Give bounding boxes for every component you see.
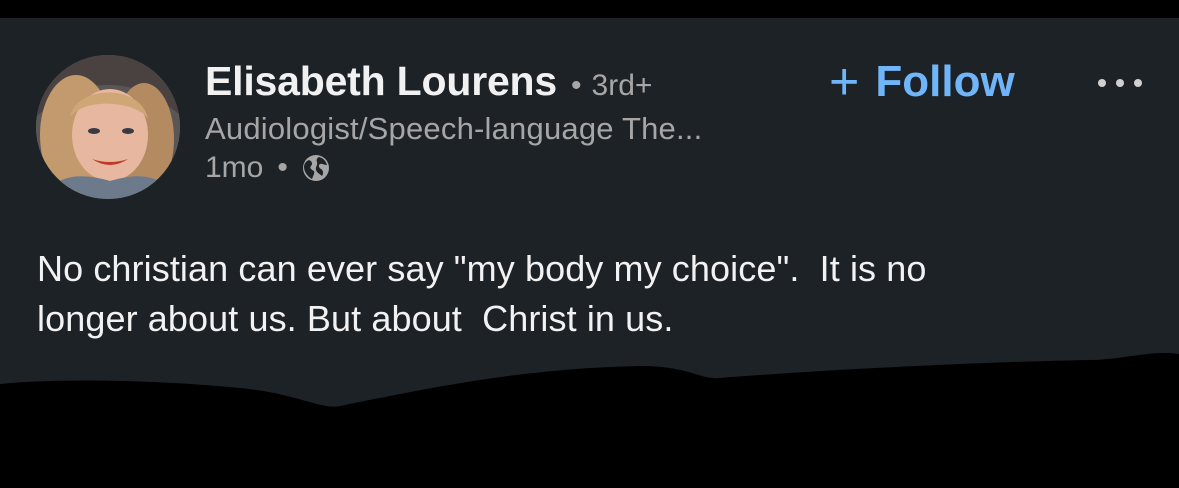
follow-label: Follow — [875, 57, 1015, 106]
more-dot — [1116, 79, 1124, 87]
post-card: Elisabeth Lourens • 3rd+ Audiologist/Spe… — [0, 0, 1179, 488]
top-divider — [0, 0, 1179, 18]
avatar[interactable] — [36, 55, 180, 199]
redaction-mark — [0, 353, 1179, 488]
author-row: Elisabeth Lourens • 3rd+ — [205, 58, 825, 105]
author-headline: Audiologist/Speech-language The... — [205, 111, 703, 146]
more-dot — [1134, 79, 1142, 87]
degree-separator: • — [571, 69, 582, 102]
globe-icon — [300, 152, 332, 184]
plus-icon: + — [829, 53, 860, 111]
follow-button[interactable]: + Follow — [829, 56, 1015, 108]
avatar-image — [36, 55, 180, 199]
post-meta: 1mo • — [205, 151, 825, 185]
time-separator: • — [277, 151, 288, 184]
post-header: Elisabeth Lourens • 3rd+ Audiologist/Spe… — [205, 58, 825, 185]
more-dot — [1098, 79, 1106, 87]
author-name[interactable]: Elisabeth Lourens — [205, 58, 557, 105]
connection-degree: 3rd+ — [591, 69, 653, 102]
more-options-icon[interactable] — [1098, 68, 1142, 98]
post-time: 1mo — [205, 151, 264, 184]
post-body-text: No christian can ever say "my body my ch… — [37, 248, 927, 339]
